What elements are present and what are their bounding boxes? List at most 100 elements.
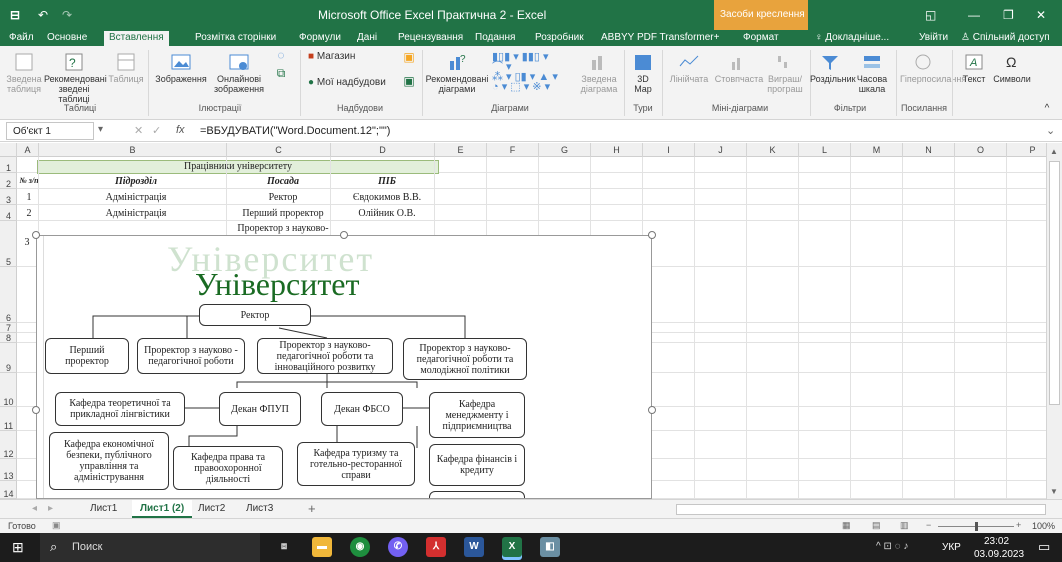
box-dean-fpup[interactable]: Декан ФПУП bbox=[219, 392, 301, 426]
column-header-M[interactable]: M bbox=[851, 143, 903, 157]
shapes-icon[interactable]: ◌ bbox=[272, 49, 290, 61]
zoom-level[interactable]: 100% bbox=[1032, 521, 1055, 531]
cell-d3[interactable]: Євдокимов В.В. bbox=[336, 192, 438, 203]
language-indicator[interactable]: УКР bbox=[942, 542, 961, 553]
resize-handle-tc[interactable] bbox=[340, 231, 348, 239]
resize-handle-tr[interactable] bbox=[648, 231, 656, 239]
collapse-ribbon-icon[interactable]: ^ bbox=[1040, 104, 1054, 114]
sheet-tab-2[interactable]: Лист2 bbox=[190, 500, 233, 518]
tab-view[interactable]: Подання bbox=[470, 31, 520, 46]
column-header-E[interactable]: E bbox=[435, 143, 487, 157]
cell-a5[interactable]: 3 bbox=[18, 237, 36, 248]
notifications-icon[interactable]: ▭ bbox=[1038, 539, 1050, 555]
column-header-O[interactable]: O bbox=[955, 143, 1007, 157]
online-pictures-button[interactable]: Онлайнові зображення bbox=[210, 52, 268, 94]
row-header-11[interactable]: 11 bbox=[0, 407, 17, 431]
system-tray-icons[interactable]: ^ ⊡ ◌ ♪ bbox=[876, 541, 908, 552]
pivot-table-button[interactable]: Зведена таблиця bbox=[4, 52, 44, 94]
box-dept-linguistics[interactable]: Кафедра теоретичної та прикладної лінгві… bbox=[55, 392, 185, 426]
header-name[interactable]: ПІБ bbox=[336, 176, 438, 189]
tab-review[interactable]: Рецензування bbox=[393, 31, 468, 46]
cell-d4[interactable]: Олійник О.В. bbox=[336, 208, 438, 219]
tab-file[interactable]: Файл bbox=[4, 31, 39, 46]
word-icon[interactable]: W bbox=[464, 537, 484, 557]
sparkline-winloss-button[interactable]: Виграш/програш bbox=[764, 52, 806, 94]
name-box[interactable]: Об'єкт 1 bbox=[6, 122, 94, 140]
sign-in-link[interactable]: Увійти bbox=[914, 31, 953, 46]
pivot-chart-button[interactable]: Зведена діаграма bbox=[576, 52, 622, 94]
row-header-12[interactable]: 12 bbox=[0, 431, 17, 459]
add-sheet-button[interactable]: + bbox=[300, 500, 324, 518]
column-header-G[interactable]: G bbox=[539, 143, 591, 157]
tab-format[interactable]: Формат bbox=[738, 31, 784, 46]
slicer-button[interactable]: Роздільник bbox=[810, 52, 856, 84]
viber-icon[interactable]: ✆ bbox=[388, 537, 408, 557]
tab-home[interactable]: Основне bbox=[42, 31, 92, 46]
header-unit[interactable]: Підрозділ bbox=[42, 176, 230, 189]
box-dept-management[interactable]: Кафедра менеджменту і підприємництва bbox=[429, 392, 525, 438]
close-button[interactable]: ✕ bbox=[1036, 8, 1046, 22]
minimize-button[interactable]: — bbox=[968, 8, 980, 22]
recommended-pivot-button[interactable]: ? Рекомендовані зведені таблиці bbox=[44, 52, 107, 104]
app-icon[interactable]: ◧ bbox=[540, 537, 560, 557]
select-all-corner[interactable] bbox=[0, 143, 17, 157]
column-header-N[interactable]: N bbox=[903, 143, 955, 157]
smartart-icon[interactable]: ⧉ bbox=[272, 67, 290, 79]
symbols-button[interactable]: Ω Символи bbox=[992, 52, 1032, 84]
header-number[interactable]: № з/п bbox=[18, 176, 40, 189]
horizontal-scrollbar[interactable] bbox=[676, 504, 1046, 515]
undo-button[interactable]: ↶ bbox=[38, 8, 48, 22]
expand-formula-icon[interactable]: ⌄ bbox=[1046, 124, 1055, 137]
cell-a4[interactable]: 2 bbox=[18, 208, 40, 219]
task-view-icon[interactable]: ⧈ bbox=[274, 537, 294, 557]
column-header-F[interactable]: F bbox=[487, 143, 539, 157]
table-button[interactable]: Таблиця bbox=[108, 52, 144, 84]
column-header-D[interactable]: D bbox=[331, 143, 435, 157]
column-header-K[interactable]: K bbox=[747, 143, 799, 157]
column-header-A[interactable]: A bbox=[17, 143, 39, 157]
box-dept-partial[interactable] bbox=[429, 491, 525, 498]
cell-c5[interactable]: Проректор з науково- bbox=[232, 223, 334, 234]
clock-date[interactable]: 03.09.2023 bbox=[974, 549, 1024, 560]
tab-data[interactable]: Дані bbox=[352, 31, 382, 46]
box-vice-rector-innovation[interactable]: Проректор з науково-педагогічної роботи … bbox=[257, 338, 393, 374]
maximize-button[interactable]: ❐ bbox=[1003, 8, 1014, 22]
sheet-title[interactable]: Працівники університету bbox=[37, 160, 439, 174]
column-header-L[interactable]: L bbox=[799, 143, 851, 157]
box-dept-finance[interactable]: Кафедра фінансів і кредиту bbox=[429, 444, 525, 486]
chrome-icon[interactable]: ◉ bbox=[350, 537, 370, 557]
people-graph-icon[interactable]: ▣ bbox=[402, 75, 416, 87]
header-position[interactable]: Посада bbox=[232, 176, 334, 189]
timeline-button[interactable]: Часова шкала bbox=[850, 52, 894, 94]
row-header-13[interactable]: 13 bbox=[0, 459, 17, 481]
file-explorer-icon[interactable]: ▬ bbox=[312, 537, 332, 557]
embedded-word-object[interactable]: Університет Університет Ректор Перший пр… bbox=[36, 235, 652, 499]
cell-c4[interactable]: Перший проректор bbox=[232, 208, 334, 219]
cell-b3[interactable]: Адміністрація bbox=[42, 192, 230, 203]
text-button[interactable]: A Текст bbox=[958, 52, 990, 84]
tab-formulas[interactable]: Формули bbox=[294, 31, 346, 46]
box-vice-rector-youth[interactable]: Проректор з науково-педагогічної роботи … bbox=[403, 338, 527, 380]
box-dept-law[interactable]: Кафедра права та правоохоронної діяльнос… bbox=[173, 446, 283, 490]
enter-formula-icon[interactable]: ✓ bbox=[152, 124, 161, 137]
box-rector[interactable]: Ректор bbox=[199, 304, 311, 326]
clock-time[interactable]: 23:02 bbox=[984, 536, 1009, 547]
vertical-scrollbar[interactable]: ▲ ▼ bbox=[1046, 143, 1062, 499]
3d-map-button[interactable]: 3D Map bbox=[628, 52, 658, 94]
recommended-charts-button[interactable]: ? Рекомендовані діаграми bbox=[424, 52, 490, 94]
cell-b4[interactable]: Адміністрація bbox=[42, 208, 230, 219]
next-sheet-icon[interactable]: ▸ bbox=[40, 500, 61, 518]
zoom-slider-thumb[interactable] bbox=[975, 522, 978, 531]
sheet-tab-3[interactable]: Лист3 bbox=[238, 500, 281, 518]
tab-insert[interactable]: Вставлення bbox=[104, 31, 169, 46]
page-layout-view-icon[interactable]: ▤ bbox=[872, 520, 881, 531]
box-dean-fbso[interactable]: Декан ФБСО bbox=[321, 392, 403, 426]
macro-record-icon[interactable]: ▣ bbox=[52, 520, 61, 531]
insert-function-button[interactable]: fx bbox=[176, 124, 185, 136]
share-button[interactable]: ♙ Спільний доступ bbox=[956, 31, 1055, 46]
pictures-button[interactable]: Зображення bbox=[152, 52, 210, 84]
page-break-view-icon[interactable]: ▥ bbox=[900, 520, 909, 531]
cell-c3[interactable]: Ректор bbox=[232, 192, 334, 203]
row-header-10[interactable]: 10 bbox=[0, 373, 17, 407]
scroll-down-icon[interactable]: ▼ bbox=[1050, 487, 1058, 496]
